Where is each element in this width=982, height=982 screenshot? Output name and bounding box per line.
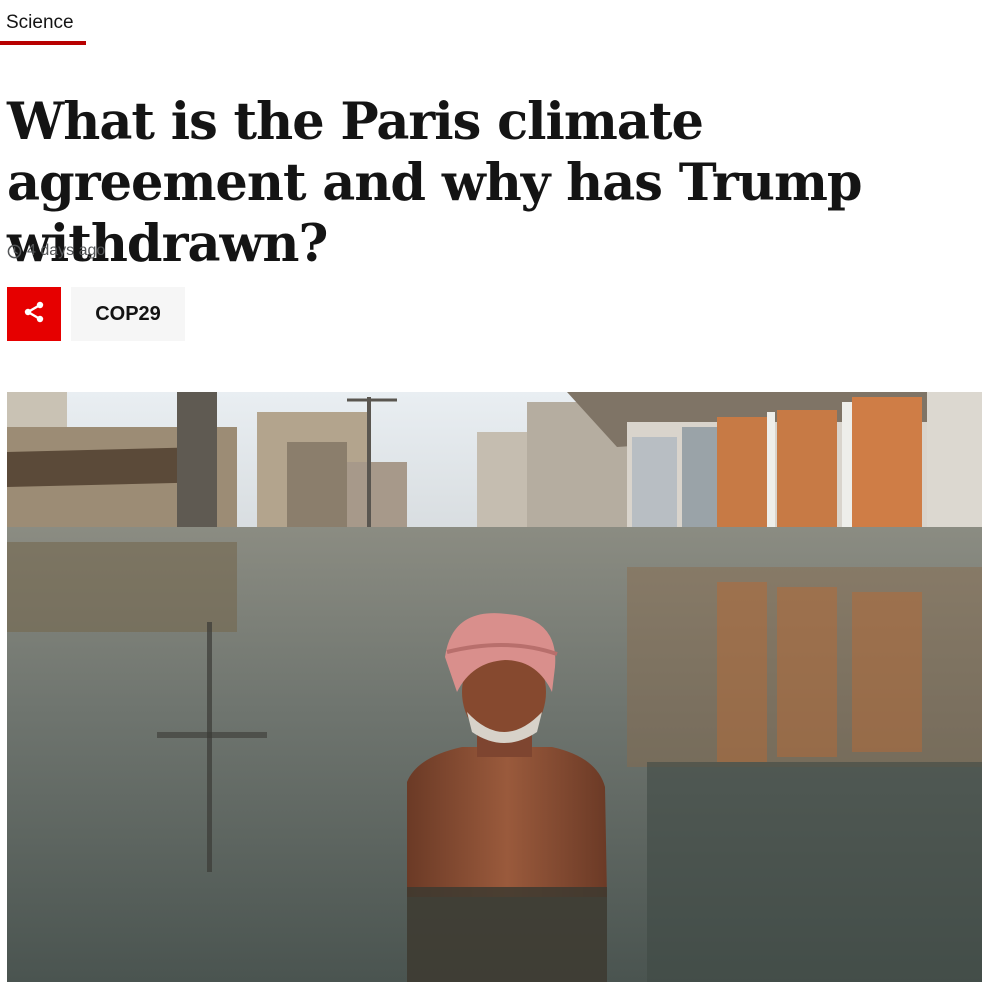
- share-icon: [22, 300, 46, 329]
- hero-image: [7, 392, 982, 982]
- section-link-science[interactable]: Science: [6, 12, 74, 34]
- flooded-street-photo: [7, 392, 982, 982]
- clock-icon: [7, 244, 22, 259]
- share-button[interactable]: [7, 287, 61, 341]
- article-timestamp: 4 days ago: [7, 242, 105, 260]
- timestamp-text: 4 days ago: [27, 242, 106, 259]
- topic-tag-cop29[interactable]: COP29: [71, 287, 185, 341]
- article-headline: What is the Paris climate agreement and …: [7, 92, 863, 274]
- section-active-underline: [0, 41, 86, 45]
